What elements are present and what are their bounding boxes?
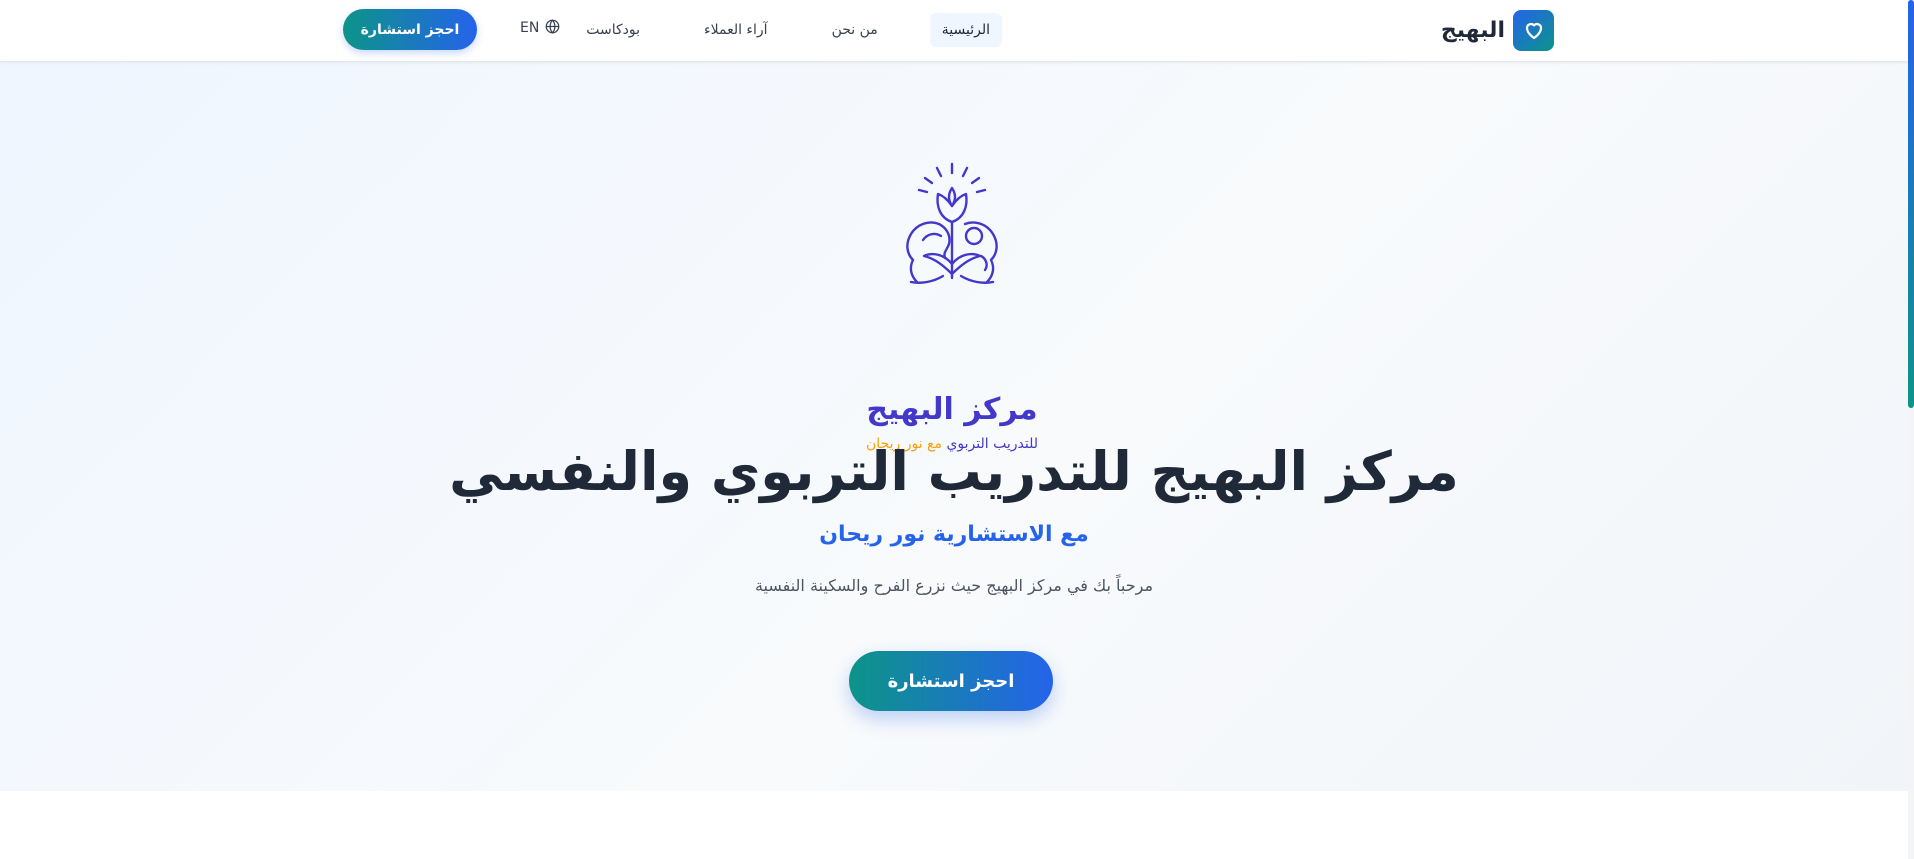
logo-title: مركز البهيج — [866, 392, 1038, 427]
nav-item-podcast[interactable]: بودكاست — [574, 13, 652, 47]
hero-section: مركز البهيج للتدريب التربوي مع نور ريحان… — [0, 62, 1908, 791]
heart-icon — [1513, 9, 1554, 51]
page: البهيج الرئيسية من نحن آراء العملاء بودك… — [0, 0, 1914, 859]
language-label: EN — [520, 20, 540, 36]
globe-icon — [545, 18, 560, 38]
center-logo: مركز البهيج للتدريب التربوي مع نور ريحان — [851, 160, 1053, 452]
nav-item-home[interactable]: الرئيسية — [929, 12, 1002, 47]
brand-name: البهيج — [1440, 17, 1505, 43]
scrollbar-thumb[interactable] — [1908, 0, 1914, 408]
hero-subtitle: مع الاستشارية نور ريحان — [819, 522, 1089, 547]
brand[interactable]: البهيج — [1441, 9, 1554, 51]
navbar: البهيج الرئيسية من نحن آراء العملاء بودك… — [0, 0, 1908, 62]
language-toggle[interactable]: EN — [520, 18, 560, 38]
nav-item-about[interactable]: من نحن — [820, 13, 890, 47]
page-scrollbar[interactable] — [1908, 0, 1914, 859]
hero-welcome-text: مرحباً بك في مركز البهيج حيث نزرع الفرح … — [754, 576, 1154, 595]
hero-title: مركز البهيج للتدريب التربوي والنفسي — [449, 440, 1459, 503]
main-nav: الرئيسية من نحن آراء العملاء بودكاست — [574, 11, 1002, 48]
book-consultation-header-button[interactable]: احجز استشارة — [343, 9, 477, 50]
logo-emblem — [906, 162, 998, 284]
nav-item-testimonials[interactable]: آراء العملاء — [692, 13, 780, 47]
book-consultation-button[interactable]: احجز استشارة — [849, 651, 1053, 711]
